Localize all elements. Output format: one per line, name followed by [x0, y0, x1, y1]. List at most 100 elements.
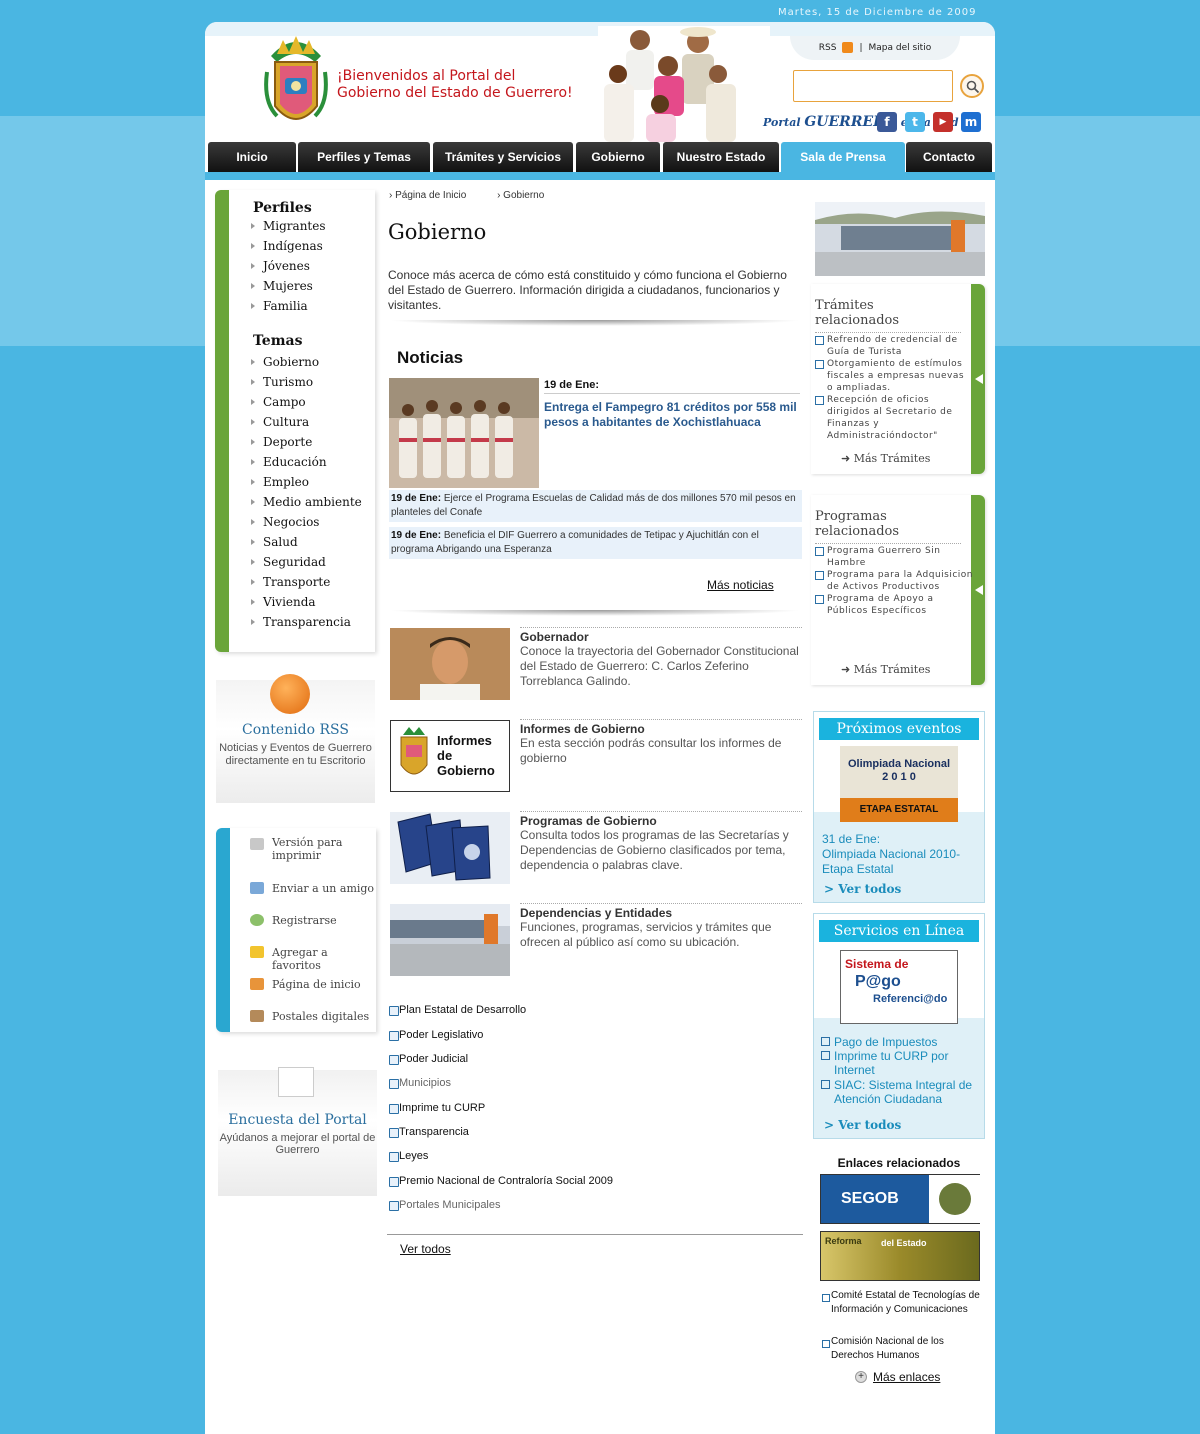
breadcrumb-home[interactable]: › Página de Inicio	[389, 190, 480, 201]
twitter-icon[interactable]: t	[905, 112, 925, 132]
segob-banner[interactable]: SEGOB	[820, 1174, 981, 1224]
section-programas-title[interactable]: Programas de Gobierno	[520, 811, 802, 828]
poll-title[interactable]: Encuesta del Portal	[218, 1112, 377, 1128]
perfil-jovenes[interactable]: Jóvenes	[251, 256, 375, 276]
tema-vivienda[interactable]: Vivienda	[251, 592, 375, 612]
section-informes-title[interactable]: Informes de Gobierno	[520, 719, 802, 736]
link-municipios[interactable]: Municipios	[389, 1077, 451, 1089]
tema-campo[interactable]: Campo	[251, 392, 375, 412]
link-plan-estatal[interactable]: Plan Estatal de Desarrollo	[389, 1004, 526, 1016]
search-input[interactable]	[793, 70, 953, 102]
youtube-icon[interactable]: ▶	[933, 112, 953, 132]
rss-box-title[interactable]: Contenido RSS	[216, 722, 375, 738]
messenger-icon[interactable]: m	[961, 112, 981, 132]
tema-transporte[interactable]: Transporte	[251, 572, 375, 592]
tool-favorites[interactable]: Agregar a favoritos	[272, 946, 376, 972]
nav-gobierno[interactable]: Gobierno	[576, 142, 660, 172]
tool-register[interactable]: Registrarse	[272, 914, 337, 927]
nav-nuestro-estado[interactable]: Nuestro Estado	[663, 142, 779, 172]
rss-feed-icon[interactable]	[270, 674, 310, 714]
facebook-icon[interactable]: f	[877, 112, 897, 132]
programas-more-link[interactable]: ➜ Más Trámites	[841, 663, 930, 676]
tramites-more-label[interactable]: Más Trámites	[854, 452, 931, 465]
link-poder-legislativo[interactable]: Poder Legislativo	[389, 1029, 483, 1041]
state-seal-logo[interactable]	[263, 32, 329, 136]
programa-item[interactable]: Programa de Apoyo a Públicos Específicos	[815, 593, 973, 617]
perfil-migrantes[interactable]: Migrantes	[251, 216, 375, 236]
section-dependencias-title[interactable]: Dependencias y Entidades	[520, 903, 802, 920]
tramites-more-link[interactable]: ➜ Más Trámites	[841, 452, 930, 465]
featured-news-headline[interactable]: Entrega el Fampegro 81 créditos por 558 …	[544, 400, 804, 430]
servicios-ver-todos[interactable]: > Ver todos	[824, 1118, 901, 1132]
rss-link[interactable]: RSS	[819, 43, 837, 53]
nav-inicio[interactable]: Inicio	[208, 142, 296, 172]
link-portales-municipales[interactable]: Portales Municipales	[389, 1199, 501, 1211]
news-text[interactable]: Beneficia el DIF Guerrero a comunidades …	[391, 530, 759, 555]
link-leyes[interactable]: Leyes	[389, 1150, 428, 1162]
sitemap-link[interactable]: Mapa del sitio	[869, 43, 932, 53]
mas-enlaces-link[interactable]: Más enlaces	[873, 1370, 940, 1384]
tema-turismo[interactable]: Turismo	[251, 372, 375, 392]
tema-empleo[interactable]: Empleo	[251, 472, 375, 492]
programas-more-label[interactable]: Más Trámites	[854, 663, 931, 676]
news-item[interactable]: 19 de Ene: Ejerce el Programa Escuelas d…	[389, 490, 802, 522]
news-item[interactable]: 19 de Ene: Beneficia el DIF Guerrero a c…	[389, 527, 802, 559]
tramite-item[interactable]: Refrendo de credencial de Guía de Turist…	[815, 334, 973, 358]
breadcrumb-home-label[interactable]: Página de Inicio	[395, 190, 466, 201]
informes-logo[interactable]: Informes de Gobierno	[390, 720, 510, 792]
link-imprime-curp[interactable]: Imprime tu CURP	[389, 1102, 485, 1114]
plus-icon[interactable]: +	[855, 1371, 867, 1383]
tema-salud[interactable]: Salud	[251, 532, 375, 552]
nav-tramites-servicios[interactable]: Trámites y Servicios	[433, 142, 573, 172]
rss-content-box[interactable]: Contenido RSS Noticias y Eventos de Guer…	[216, 674, 375, 803]
programa-item[interactable]: Programa para la Adquisicion de Activos …	[815, 569, 973, 593]
tool-homepage[interactable]: Página de inicio	[272, 978, 361, 991]
evento-item[interactable]: 31 de Ene: Olimpiada Nacional 2010-Etapa…	[822, 832, 980, 877]
sistema-pago-referenciado-banner[interactable]: Sistema de P@go Referenci@do	[840, 950, 958, 1024]
search-button[interactable]	[960, 74, 984, 98]
poll-box[interactable]: Encuesta del Portal Ayúdanos a mejorar e…	[218, 1067, 377, 1196]
tool-send-friend[interactable]: Enviar a un amigo	[272, 882, 374, 895]
enlace-comite-tic[interactable]: Comité Estatal de Tecnologías de Informa…	[822, 1289, 981, 1317]
tema-deporte[interactable]: Deporte	[251, 432, 375, 452]
tool-postcards[interactable]: Postales digitales	[272, 1010, 369, 1023]
tool-print[interactable]: Versión para imprimir	[272, 836, 382, 862]
tema-educacion[interactable]: Educación	[251, 452, 375, 472]
programas-binders-photo[interactable]	[390, 812, 510, 884]
section-gobernador-title[interactable]: Gobernador	[520, 627, 802, 644]
perfil-mujeres[interactable]: Mujeres	[251, 276, 375, 296]
programa-item[interactable]: Programa Guerrero Sin Hambre	[815, 545, 973, 569]
tema-seguridad[interactable]: Seguridad	[251, 552, 375, 572]
tramite-item[interactable]: Recepción de oficios dirigidos al Secret…	[815, 394, 973, 442]
servicio-imprime-curp[interactable]: Imprime tu CURP por Internet	[821, 1049, 982, 1077]
nav-perfiles-temas[interactable]: Perfiles y Temas	[298, 142, 430, 172]
tramite-item[interactable]: Otorgamiento de estímulos fiscales a emp…	[815, 358, 973, 394]
nav-contacto[interactable]: Contacto	[906, 142, 992, 172]
servicio-pago-impuestos[interactable]: Pago de Impuestos	[821, 1035, 982, 1049]
perfil-indigenas[interactable]: Indígenas	[251, 236, 375, 256]
tema-gobierno[interactable]: Gobierno	[251, 352, 375, 372]
nav-sala-prensa[interactable]: Sala de Prensa	[781, 142, 905, 172]
olimpiada-banner[interactable]: Olimpiada Nacional 2 0 1 0 ETAPA ESTATAL	[840, 746, 958, 822]
reforma-estado-banner[interactable]: Reforma del Estado	[820, 1231, 980, 1281]
government-building-photo[interactable]	[815, 202, 985, 276]
tema-negocios[interactable]: Negocios	[251, 512, 375, 532]
collapse-arrow-icon[interactable]	[975, 585, 983, 595]
featured-news-photo[interactable]	[389, 378, 539, 488]
enlace-cndh[interactable]: Comisión Nacional de los Derechos Humano…	[822, 1335, 981, 1363]
tema-cultura[interactable]: Cultura	[251, 412, 375, 432]
servicio-siac[interactable]: SIAC: Sistema Integral de Atención Ciuda…	[821, 1078, 982, 1106]
collapse-arrow-icon[interactable]	[975, 374, 983, 384]
governor-photo[interactable]	[390, 628, 510, 700]
link-poder-judicial[interactable]: Poder Judicial	[389, 1053, 468, 1065]
tema-transparencia[interactable]: Transparencia	[251, 612, 375, 632]
link-transparencia[interactable]: Transparencia	[389, 1126, 469, 1138]
eventos-ver-todos[interactable]: > Ver todos	[824, 882, 901, 896]
tema-medio-ambiente[interactable]: Medio ambiente	[251, 492, 375, 512]
news-text[interactable]: Ejerce el Programa Escuelas de Calidad m…	[391, 493, 796, 518]
link-premio-contraloria[interactable]: Premio Nacional de Contraloría Social 20…	[389, 1175, 613, 1187]
ver-todos-link[interactable]: Ver todos	[400, 1242, 451, 1256]
evento-text[interactable]: Olimpiada Nacional 2010-Etapa Estatal	[822, 847, 980, 877]
perfil-familia[interactable]: Familia	[251, 296, 375, 316]
rss-icon[interactable]	[842, 42, 854, 53]
